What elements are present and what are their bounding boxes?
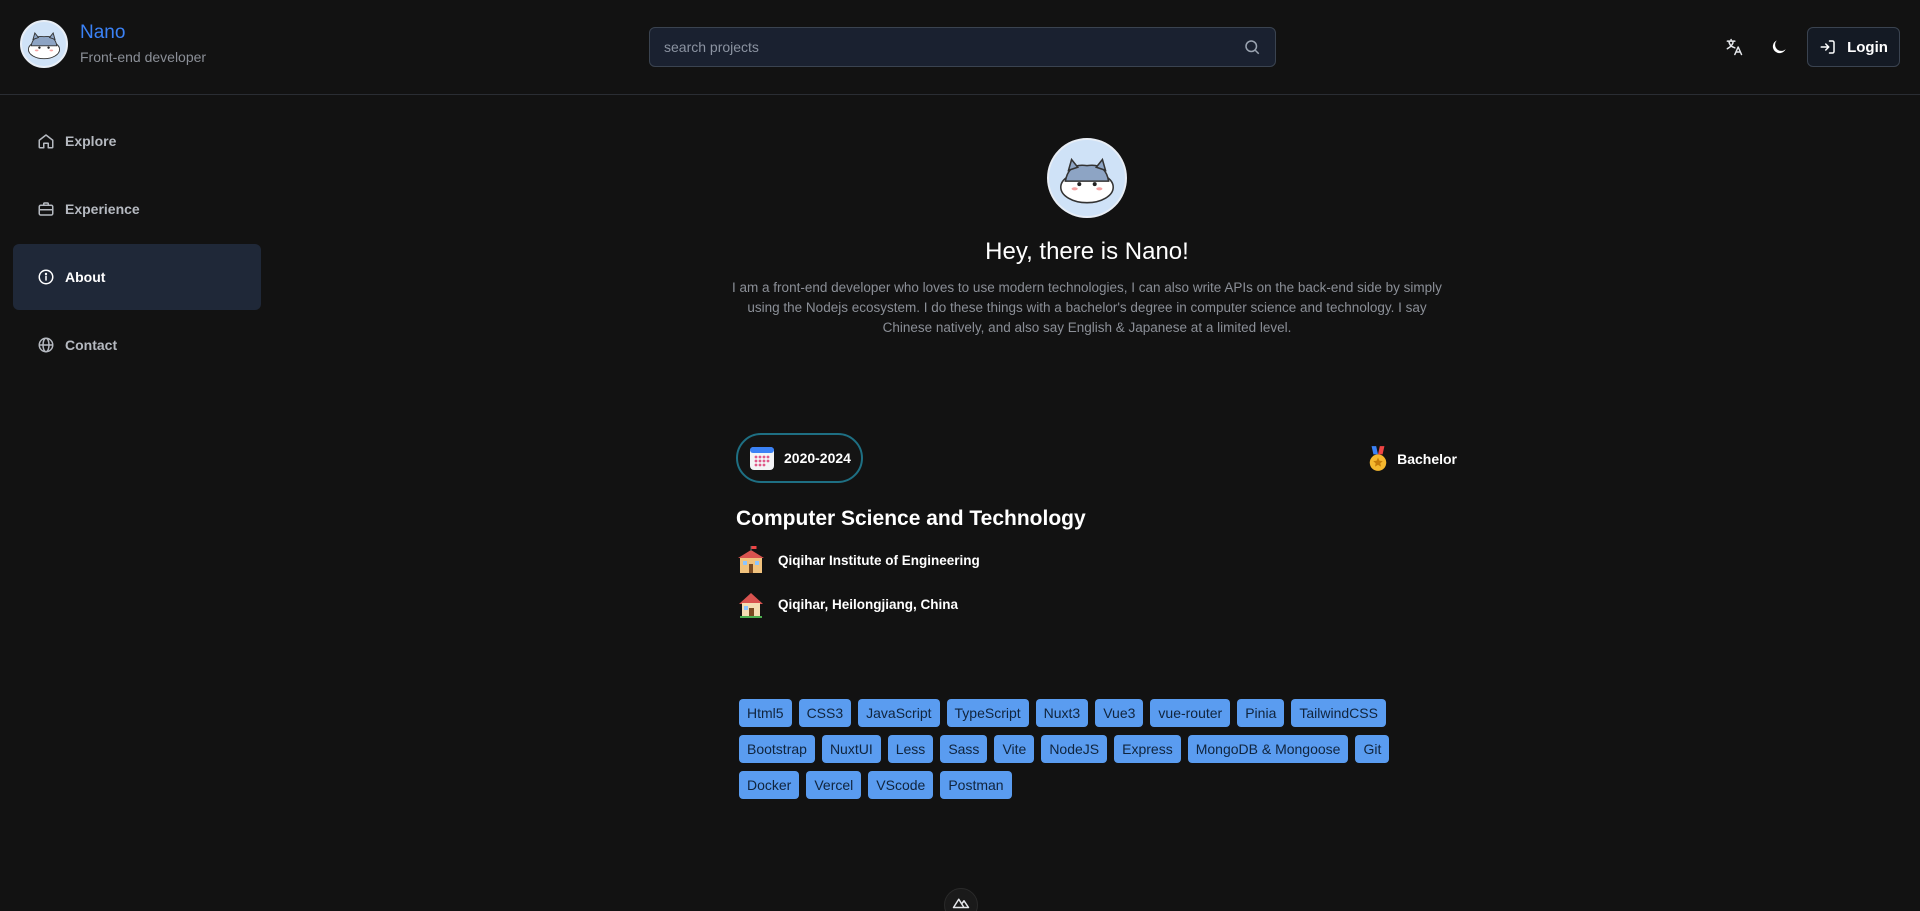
header: Nano Front-end developer Login: [0, 0, 1920, 95]
greeting: Hey, there is Nano!: [985, 238, 1189, 265]
skill-tags: Html5 CSS3 JavaScript TypeScript Nuxt3 Vue3 vu…: [739, 699, 1439, 799]
skill-tag: CSS3: [798, 699, 852, 727]
skill-tag: Vite: [994, 735, 1035, 763]
globe-icon: [38, 337, 54, 353]
education-card: 2020-2024 Bachelor Computer Science and …: [736, 433, 1457, 619]
skill-tag: Vercel: [806, 771, 862, 799]
skill-tag: TypeScript: [946, 699, 1029, 727]
skill-tag: Git: [1355, 735, 1390, 763]
skill-tag: Nuxt3: [1035, 699, 1089, 727]
search-bar[interactable]: [649, 27, 1276, 67]
school-name: Qiqihar Institute of Engineering: [778, 552, 980, 568]
date-badge: 2020-2024: [736, 433, 863, 483]
brand-role: Front-end developer: [80, 49, 207, 65]
calendar-icon: [750, 447, 774, 470]
translate-icon[interactable]: [1723, 36, 1745, 58]
skill-tag: Bootstrap: [739, 735, 815, 763]
sidebar-item-explore[interactable]: Explore: [13, 108, 261, 174]
skill-tag: NuxtUI: [821, 735, 881, 763]
info-icon: [38, 269, 54, 285]
login-button[interactable]: Login: [1807, 27, 1900, 67]
date-range: 2020-2024: [784, 450, 851, 466]
skill-tag: MongoDB & Mongoose: [1187, 735, 1349, 763]
skill-tag: Sass: [940, 735, 988, 763]
school-icon: [736, 545, 766, 575]
skill-tag: Pinia: [1237, 699, 1285, 727]
briefcase-icon: [38, 202, 54, 216]
bio-text: I am a front-end developer who loves to …: [732, 280, 1442, 335]
cat-avatar-icon: [1060, 157, 1114, 204]
house-icon: [736, 589, 766, 619]
main-content: Hey, there is Nano! I am a front-end dev…: [717, 95, 1457, 338]
sidebar-item-experience[interactable]: Experience: [13, 176, 261, 242]
search-input[interactable]: [664, 39, 1243, 55]
location-row: Qiqihar, Heilongjiang, China: [736, 589, 1457, 619]
sidebar-item-label: Contact: [65, 337, 118, 353]
school-row: Qiqihar Institute of Engineering: [736, 545, 1457, 575]
skill-tag: NodeJS: [1041, 735, 1108, 763]
moon-icon[interactable]: [1768, 36, 1790, 58]
home-icon: [38, 134, 54, 149]
skill-tag: vue-router: [1150, 699, 1231, 727]
skill-tag: Html5: [739, 699, 792, 727]
login-label: Login: [1847, 38, 1888, 56]
cat-avatar-icon: [27, 32, 61, 60]
skill-tag: JavaScript: [858, 699, 940, 727]
nuxt-logo-icon[interactable]: [944, 888, 978, 911]
sidebar-item-contact[interactable]: Contact: [13, 312, 261, 378]
skill-tag: Postman: [940, 771, 1012, 799]
brand-name[interactable]: Nano: [80, 21, 206, 45]
profile-section: Hey, there is Nano! I am a front-end dev…: [717, 138, 1457, 338]
skill-tag: TailwindCSS: [1291, 699, 1386, 727]
skill-tag: Vue3: [1095, 699, 1144, 727]
sidebar-item-label: Experience: [65, 201, 140, 217]
sidebar-item-about[interactable]: About: [13, 244, 261, 310]
skill-tag: Docker: [739, 771, 800, 799]
medal-icon: [1369, 446, 1387, 471]
location-text: Qiqihar, Heilongjiang, China: [778, 596, 959, 612]
brand[interactable]: Nano Front-end developer: [20, 20, 206, 68]
degree-label: Bachelor: [1397, 451, 1457, 467]
sidebar-item-label: Explore: [65, 133, 117, 149]
login-icon: [1820, 40, 1835, 54]
major-title: Computer Science and Technology: [736, 507, 1086, 530]
sidebar: Explore Experience About Contact: [13, 108, 261, 380]
skill-tag: Express: [1114, 735, 1181, 763]
avatar[interactable]: [20, 20, 68, 68]
skill-tag: Less: [887, 735, 934, 763]
degree-badge: Bachelor: [1367, 445, 1457, 473]
sidebar-item-label: About: [65, 269, 106, 285]
profile-avatar: [1047, 138, 1127, 218]
skill-tag: VScode: [868, 771, 934, 799]
search-icon[interactable]: [1243, 38, 1261, 56]
